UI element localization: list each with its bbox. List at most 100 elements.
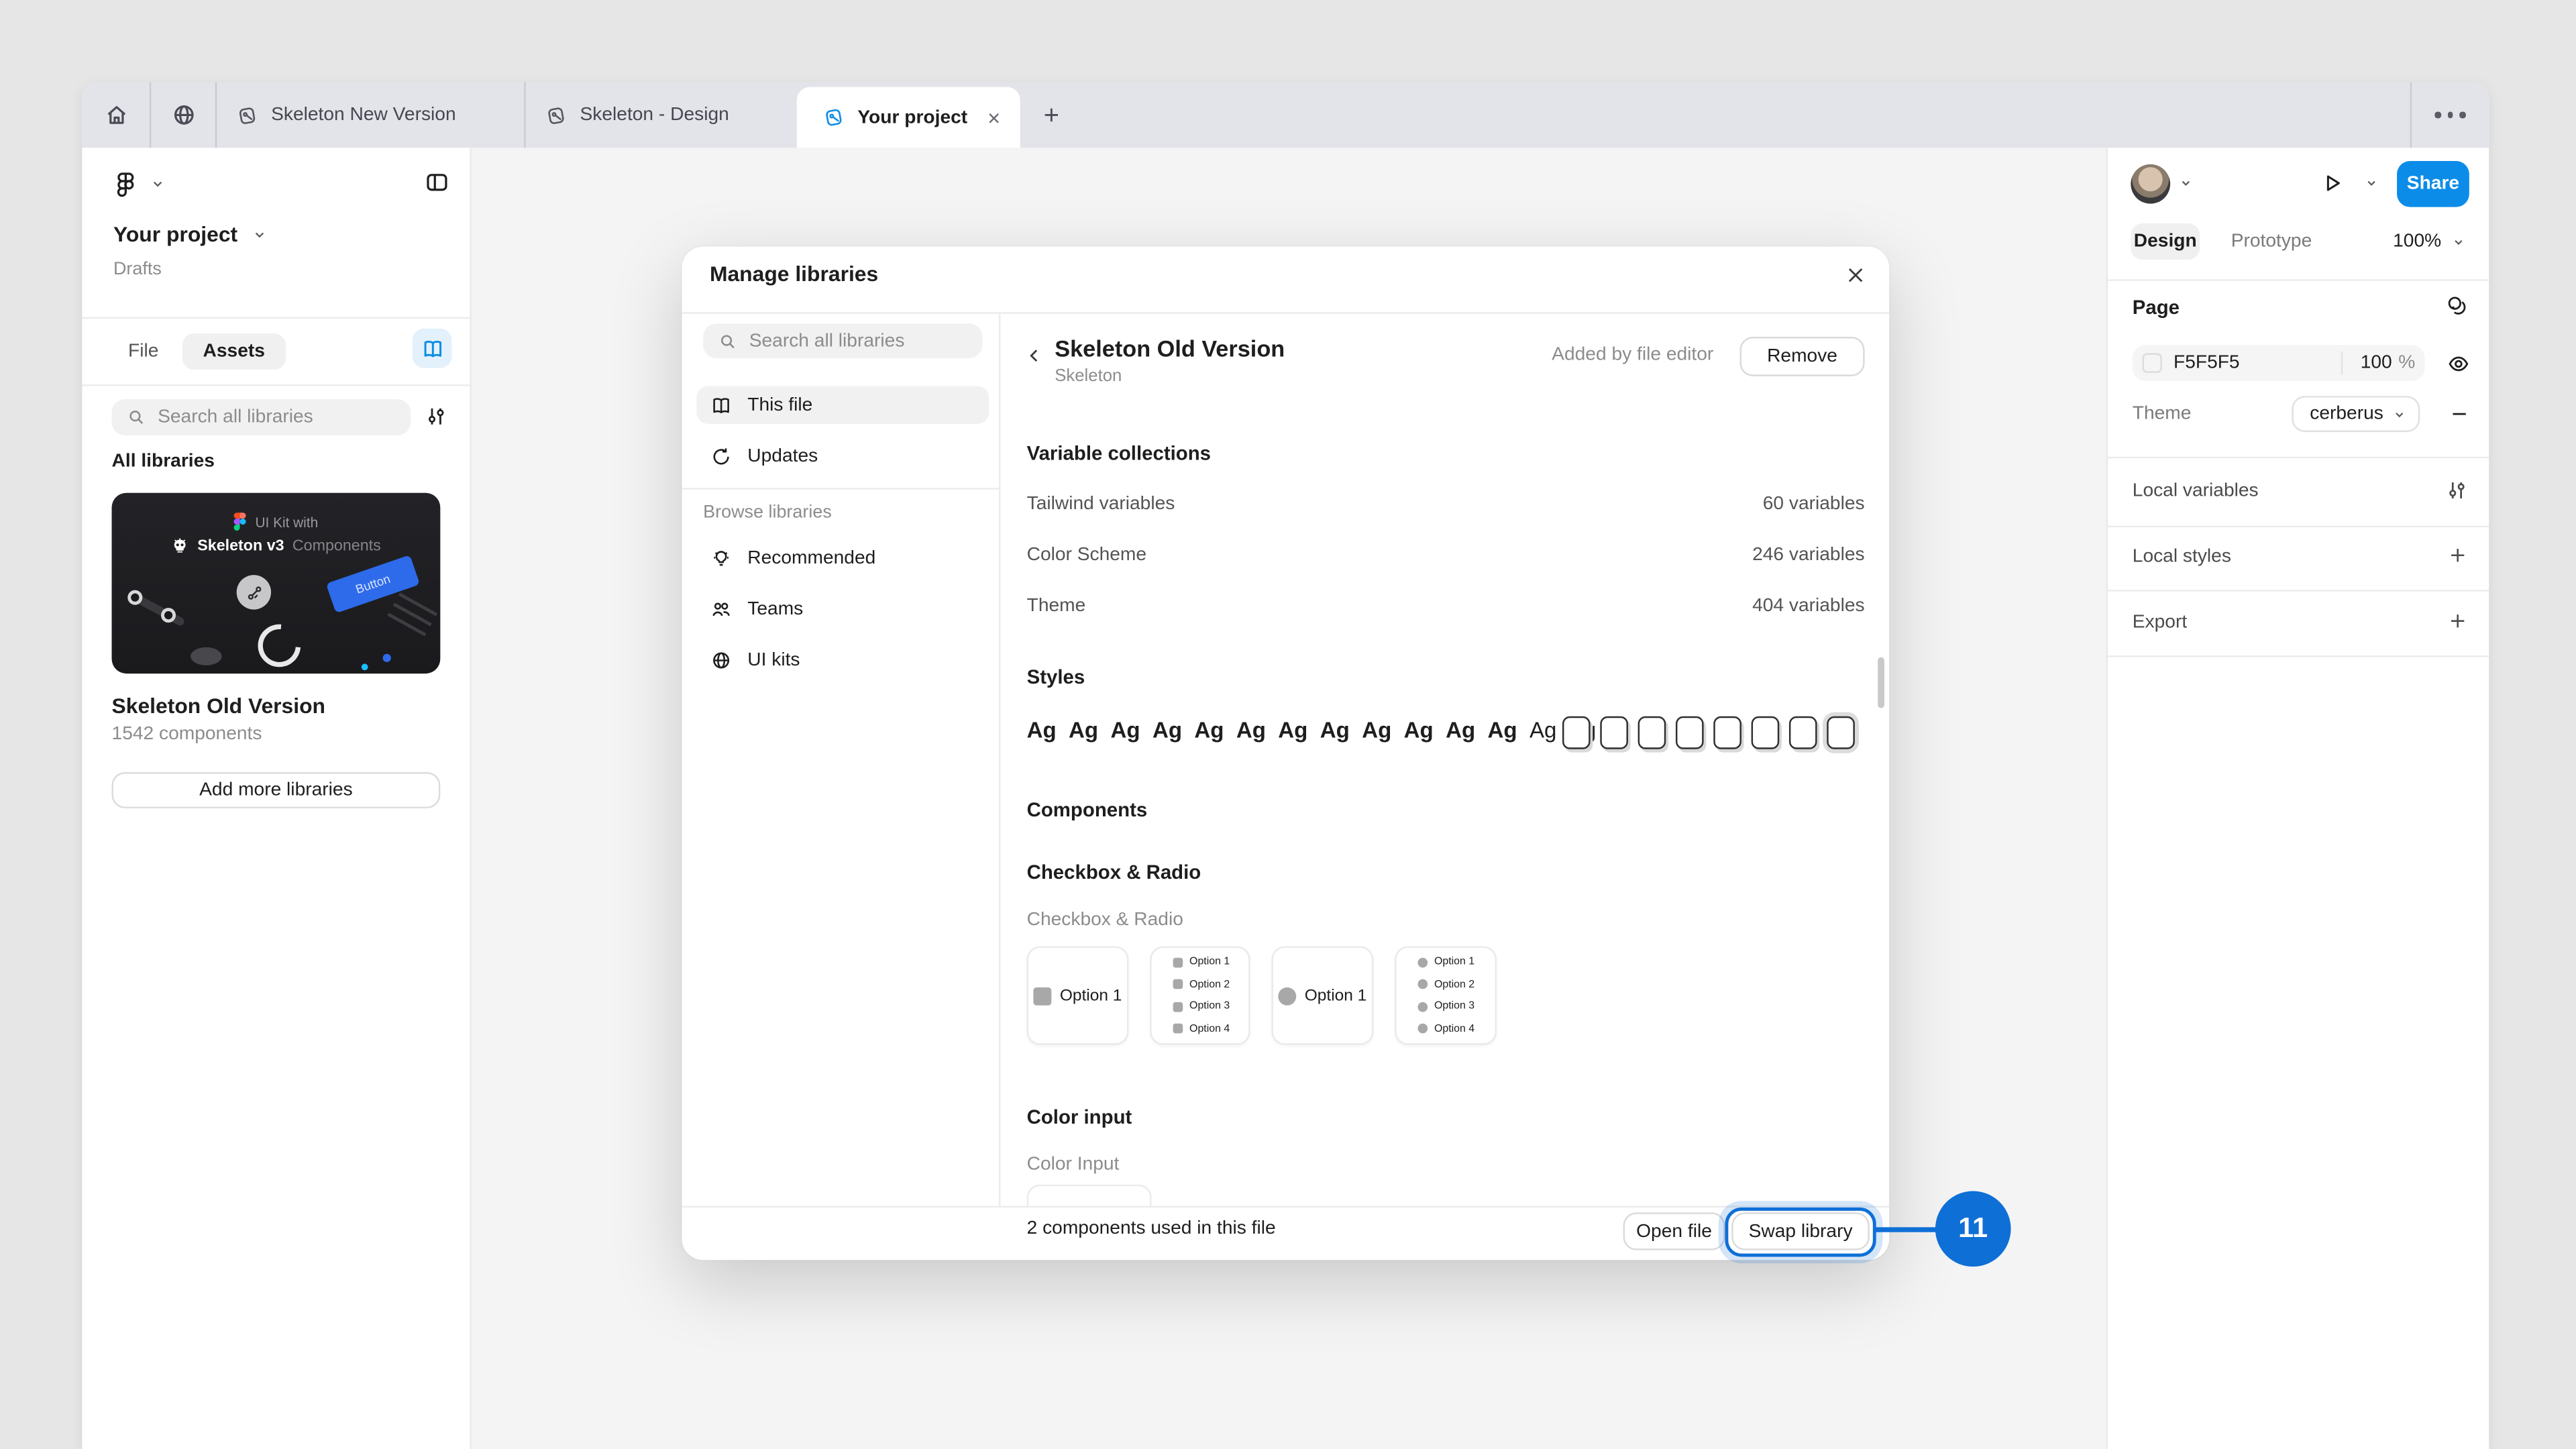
- open-file-button[interactable]: Open file: [1623, 1212, 1725, 1250]
- local-styles-section[interactable]: Local styles: [2133, 547, 2231, 567]
- component-group-title: Checkbox & Radio: [1027, 861, 1201, 883]
- modal-scrollbar[interactable]: [1877, 657, 1884, 708]
- variable-name: Tailwind variables: [1027, 494, 1175, 514]
- variable-count: 246 variables: [1752, 545, 1865, 565]
- component-card-radio-list[interactable]: Option 1 Option 2 Option 3 Option 4: [1395, 947, 1497, 1045]
- add-export-button[interactable]: [2447, 610, 2469, 633]
- theme-value: cerberus: [2310, 404, 2383, 423]
- remove-button[interactable]: Remove: [1739, 337, 1864, 376]
- account-chevron[interactable]: [2178, 176, 2193, 191]
- modal-close-button[interactable]: [1843, 263, 1868, 288]
- sidebar-toggle-button[interactable]: [424, 169, 450, 195]
- thumb-decoration-dot: [383, 654, 391, 662]
- tab-design[interactable]: Design: [2131, 223, 2200, 260]
- divider: [682, 1206, 1889, 1208]
- text-style-sample: Ag: [1236, 718, 1266, 743]
- text-style-sample: Ag: [1194, 718, 1224, 743]
- tab-prototype[interactable]: Prototype: [2216, 223, 2327, 260]
- tab-label: Skeleton - Design: [580, 105, 729, 125]
- nav-ui-kits[interactable]: UI kits: [696, 641, 989, 678]
- divider: [82, 384, 470, 386]
- component-card-radio-single[interactable]: Option 1: [1272, 947, 1374, 1045]
- color-hex-value: F5F5F5: [2174, 354, 2341, 373]
- component-card-partial: [1027, 1185, 1152, 1206]
- minus-icon: [2448, 402, 2471, 425]
- tab-assets[interactable]: Assets: [182, 333, 286, 369]
- filter-button[interactable]: [424, 404, 449, 429]
- tab-your-project[interactable]: Your project: [797, 87, 1020, 148]
- figma-file-icon: [823, 107, 845, 128]
- search-input[interactable]: Search all libraries: [112, 399, 411, 435]
- close-icon: [1843, 263, 1868, 288]
- variable-name: Color Scheme: [1027, 545, 1146, 565]
- variable-name: Theme: [1027, 596, 1086, 616]
- home-button[interactable]: [82, 82, 149, 148]
- share-button[interactable]: Share: [2397, 161, 2469, 207]
- tab-label: Skeleton New Version: [271, 105, 456, 125]
- theme-select[interactable]: cerberus: [2292, 396, 2420, 432]
- nav-updates[interactable]: Updates: [696, 437, 989, 474]
- page-theme-button[interactable]: [2445, 292, 2469, 317]
- tab-file[interactable]: File: [115, 341, 172, 360]
- modal-search-input[interactable]: Search all libraries: [703, 323, 982, 358]
- component-card-checkbox-single[interactable]: Option 1: [1027, 947, 1129, 1045]
- thumb-decoration-dot: [362, 663, 368, 670]
- styles-title: Styles: [1027, 665, 1085, 688]
- local-variables-button[interactable]: [2445, 478, 2469, 503]
- library-team: Skeleton: [1055, 366, 1122, 386]
- tab-bar: Skeleton New Version Skeleton - Design Y…: [82, 82, 2489, 148]
- component-card-checkbox-list[interactable]: Option 1 Option 2 Option 3 Option 4: [1150, 947, 1250, 1045]
- library-card[interactable]: UI Kit with Skeleton v3 Components Butto…: [112, 493, 441, 745]
- color-swatch[interactable]: [2142, 354, 2161, 373]
- divider: [2108, 526, 2489, 527]
- home-icon: [103, 102, 129, 128]
- left-sidebar: Your project Drafts File Assets Search a…: [82, 148, 471, 1449]
- thumb-decoration-slider: [125, 588, 187, 630]
- color-style-swatch: [1713, 716, 1741, 749]
- opacity-unit: %: [2392, 354, 2422, 373]
- nav-recommended[interactable]: Recommended: [696, 539, 989, 576]
- right-sidebar: Share Design Prototype 100% Page: [2106, 148, 2489, 1449]
- window-menu-button[interactable]: [2412, 82, 2489, 148]
- color-style-swatch: [1752, 716, 1780, 749]
- back-button[interactable]: [1024, 345, 1045, 366]
- variable-collections-title: Variable collections: [1027, 442, 1211, 465]
- tab-label: Your project: [857, 107, 971, 127]
- project-switcher[interactable]: Your project: [113, 222, 267, 247]
- color-style-swatch: [1562, 716, 1591, 749]
- variable-count: 60 variables: [1763, 494, 1865, 514]
- community-button[interactable]: [151, 82, 215, 148]
- present-button[interactable]: [2320, 171, 2345, 196]
- present-chevron[interactable]: [2364, 176, 2379, 191]
- library-thumbnail: UI Kit with Skeleton v3 Components Butto…: [112, 493, 441, 674]
- export-section[interactable]: Export: [2133, 612, 2187, 632]
- sliders-icon: [2445, 478, 2469, 503]
- text-style-sample: Ag: [1027, 718, 1057, 743]
- local-variables-section[interactable]: Local variables: [2133, 482, 2259, 501]
- add-style-button[interactable]: [2447, 544, 2469, 567]
- project-location: Drafts: [113, 260, 162, 279]
- page-color-field[interactable]: F5F5F5 100 %: [2133, 345, 2425, 381]
- manage-libraries-button[interactable]: [413, 329, 452, 368]
- main-menu-button[interactable]: [112, 169, 166, 197]
- divider: [999, 312, 1000, 1205]
- zoom-menu[interactable]: 100%: [2393, 223, 2466, 260]
- theme-label: Theme: [2133, 404, 2192, 423]
- library-name: Skeleton Old Version: [1055, 335, 1285, 362]
- text-style-sample: Ag: [1404, 718, 1434, 743]
- close-tab-icon[interactable]: [984, 107, 1004, 127]
- visibility-toggle[interactable]: [2447, 352, 2471, 376]
- avatar[interactable]: [2131, 164, 2170, 204]
- figma-file-icon: [545, 105, 567, 126]
- tab-skeleton-new-version[interactable]: Skeleton New Version: [217, 82, 524, 148]
- nav-teams[interactable]: Teams: [696, 590, 989, 627]
- nav-this-file[interactable]: This file: [696, 386, 989, 424]
- eye-icon: [2447, 352, 2471, 376]
- color-style-swatch: [1638, 716, 1666, 749]
- tab-skeleton-design[interactable]: Skeleton - Design: [526, 82, 797, 148]
- remove-theme-button[interactable]: [2448, 402, 2471, 425]
- add-more-libraries-button[interactable]: Add more libraries: [112, 772, 441, 808]
- skull-icon: [171, 537, 189, 555]
- project-name: Your project: [113, 222, 237, 247]
- new-tab-button[interactable]: [1020, 82, 1083, 148]
